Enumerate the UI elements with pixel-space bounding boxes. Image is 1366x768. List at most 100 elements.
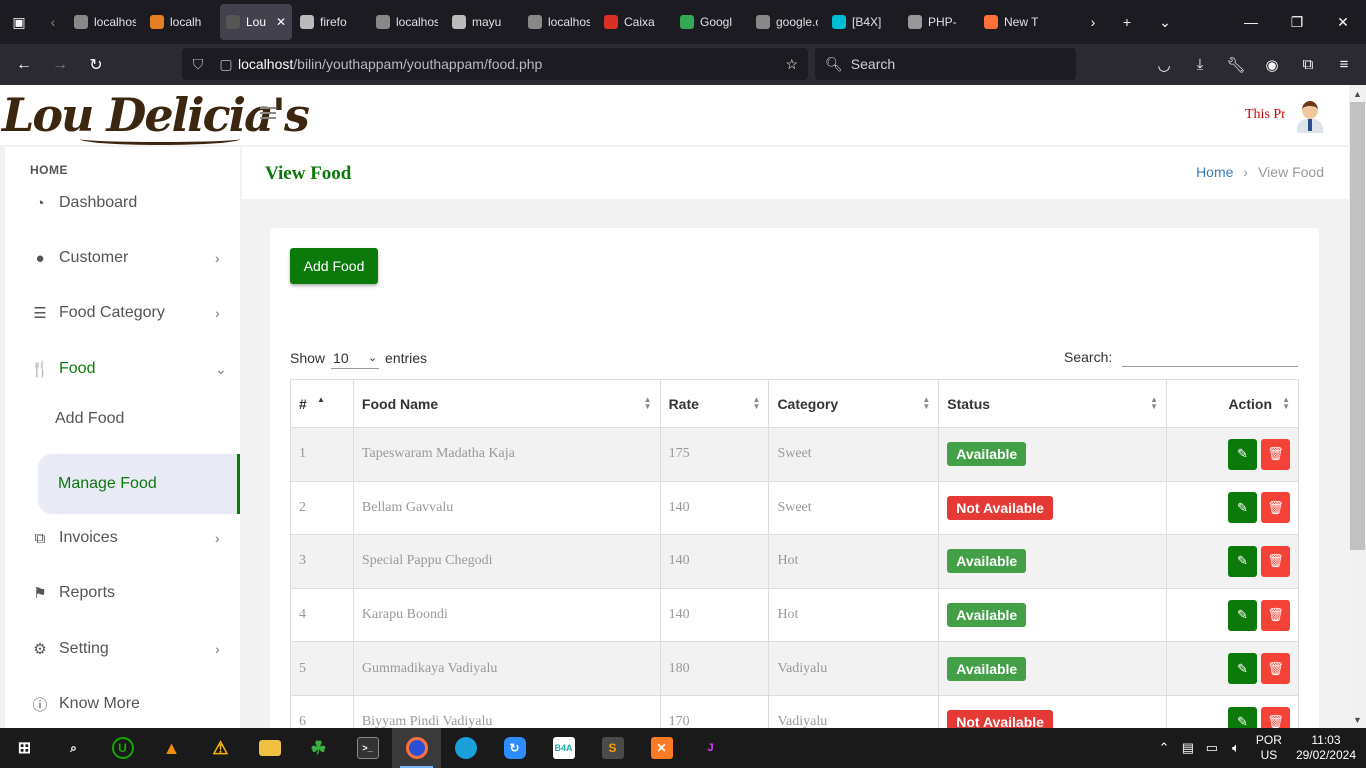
taskbar-app-upwork[interactable]: U — [98, 728, 147, 768]
avatar[interactable] — [1297, 101, 1323, 133]
browser-tab[interactable]: Lou Del ✕ — [220, 4, 292, 40]
sidebar-subitem-manage-food[interactable]: Manage Food — [38, 454, 240, 514]
browser-tab[interactable]: New T — [978, 4, 1052, 40]
browser-tab[interactable]: mayu — [446, 4, 520, 40]
taskbar-app-vlc[interactable]: ▲ — [147, 728, 196, 768]
breadcrumb-home-link[interactable]: Home — [1196, 164, 1233, 180]
taskbar-app-xampp[interactable]: ✕ — [637, 728, 686, 768]
edit-button[interactable]: ✎ — [1228, 438, 1257, 470]
sidebar-item-customer[interactable]: ● Customer › — [5, 236, 240, 280]
volume-icon[interactable]: 🔈︎ — [1224, 740, 1248, 756]
scroll-tabs-left-icon[interactable]: ‹ — [38, 0, 68, 44]
sidebar-item-dashboard[interactable]: ◔ Dashboard — [5, 181, 240, 225]
column-header[interactable]: Action ▲ ▼ — [1166, 379, 1299, 428]
scrollbar-thumb[interactable] — [1350, 102, 1365, 550]
browser-tab[interactable]: Googl — [674, 4, 748, 40]
delete-button[interactable]: 🗑︎ — [1261, 706, 1290, 728]
browser-tab[interactable]: localhost/ — [68, 4, 142, 40]
sidebar-subitem-add-food[interactable]: Add Food — [38, 397, 240, 441]
shield-icon[interactable]: ⛉ — [182, 56, 214, 73]
sidebar-item-food[interactable]: 🍴 Food ⌄ — [5, 347, 240, 391]
list-all-tabs-icon[interactable]: ⌄ — [1146, 0, 1184, 44]
bookmark-star-icon[interactable]: ☆ — [785, 56, 798, 73]
page-info-icon[interactable]: ▢ — [214, 56, 238, 73]
extensions-icon[interactable]: ⧉ — [1290, 44, 1326, 85]
pocket-icon[interactable]: ◡ — [1146, 44, 1182, 85]
new-tab-button[interactable]: + — [1108, 0, 1146, 44]
edit-button[interactable]: ✎ — [1228, 706, 1257, 728]
tab-label: localhost/ — [548, 15, 590, 29]
close-tab-icon[interactable]: ✕ — [276, 15, 286, 29]
edit-button[interactable]: ✎ — [1228, 653, 1257, 685]
scroll-up-icon[interactable]: ▲ — [1349, 85, 1366, 102]
language-indicator[interactable]: POR US — [1256, 733, 1282, 763]
edit-button[interactable]: ✎ — [1228, 492, 1257, 524]
sidebar-item-food-category[interactable]: ☰ Food Category › — [5, 291, 240, 335]
forward-icon[interactable]: → — [42, 45, 78, 85]
taskbar-app-sublime[interactable]: S — [588, 728, 637, 768]
taskbar-app-clover[interactable]: ☘ — [294, 728, 343, 768]
sidebar-item-reports[interactable]: ⚑ Reports — [5, 571, 240, 615]
taskbar-app-j[interactable]: J — [686, 728, 735, 768]
hamburger-menu-icon[interactable] — [260, 107, 276, 122]
column-header[interactable]: Food Name ▲ ▼ — [352, 379, 661, 428]
taskbar-search-button[interactable]: ⌕ — [49, 728, 98, 768]
account-icon[interactable]: ◉ — [1254, 44, 1290, 85]
add-food-button[interactable]: Add Food — [290, 248, 378, 284]
search-bar[interactable]: 🔍︎ Search — [815, 48, 1076, 80]
browser-tab[interactable]: firefo — [294, 4, 368, 40]
sidebar-item-know-more[interactable]: ⓘ Know More — [5, 682, 240, 726]
browser-tab[interactable]: [B4X] — [826, 4, 900, 40]
network-icon[interactable]: ▭ — [1200, 740, 1224, 756]
delete-button[interactable]: 🗑︎ — [1261, 492, 1290, 524]
page-scrollbar[interactable]: ▲ ▼ — [1349, 85, 1366, 728]
sidebar-item-setting[interactable]: ⚙ Setting › — [5, 627, 240, 671]
taskbar-app-sync[interactable]: ↻ — [490, 728, 539, 768]
reload-icon[interactable]: ↻ — [78, 45, 114, 85]
back-icon[interactable]: ← — [6, 45, 42, 85]
browser-tab-bar: ▣ ‹ localhost/localh Lou Del ✕ firefo localh… — [0, 0, 1366, 44]
column-header[interactable]: # ▲ — [290, 379, 354, 428]
delete-button[interactable]: 🗑︎ — [1261, 438, 1290, 470]
scroll-tabs-right-icon[interactable]: › — [1078, 0, 1108, 44]
minimize-button[interactable]: — — [1228, 0, 1274, 44]
show-hidden-icons-icon[interactable]: ⌃ — [1152, 740, 1176, 756]
taskbar-app-firefox[interactable] — [392, 728, 441, 768]
sidebar-item-invoices[interactable]: ⧉ Invoices › — [5, 516, 240, 560]
restore-button[interactable]: ❐ — [1274, 0, 1320, 44]
clock[interactable]: 11:03 29/02/2024 — [1296, 733, 1356, 763]
chevron-down-icon: ⌄ — [215, 360, 227, 377]
delete-button[interactable]: 🗑︎ — [1261, 599, 1290, 631]
app-menu-icon[interactable]: ≡ — [1326, 44, 1362, 85]
downloads-icon[interactable]: ⤓ — [1182, 44, 1218, 85]
cell-rate: 175 — [659, 427, 770, 482]
taskbar-app-avast[interactable]: ⚠ — [196, 728, 245, 768]
browser-tab[interactable]: localhost/ — [370, 4, 444, 40]
scroll-down-icon[interactable]: ▼ — [1349, 711, 1366, 728]
tab-overview-icon[interactable]: ▣ — [0, 0, 38, 44]
edit-button[interactable]: ✎ — [1228, 545, 1257, 577]
url-bar[interactable]: ⛉ ▢ localhost/bilin/youthappam/youthappa… — [182, 48, 808, 80]
delete-button[interactable]: 🗑︎ — [1261, 653, 1290, 685]
cell-action: ✎ 🗑︎ — [1166, 587, 1299, 643]
browser-tab[interactable]: localh — [144, 4, 218, 40]
browser-tab[interactable]: localhost/ — [522, 4, 596, 40]
taskbar-app-explorer[interactable] — [245, 728, 294, 768]
table-search-input[interactable] — [1122, 347, 1299, 367]
taskbar-app-b4a[interactable]: B4A — [539, 728, 588, 768]
browser-tab[interactable]: Caixa — [598, 4, 672, 40]
close-window-button[interactable]: ✕ — [1320, 0, 1366, 44]
tools-icon[interactable]: 🔧︎ — [1218, 44, 1254, 85]
start-button[interactable]: ⊞ — [0, 728, 49, 768]
taskbar-app-terminal[interactable]: >_ — [343, 728, 392, 768]
browser-tab[interactable]: google.co — [750, 4, 824, 40]
column-header[interactable]: Category ▲ ▼ — [768, 379, 940, 428]
edit-button[interactable]: ✎ — [1228, 599, 1257, 631]
entries-select[interactable]: 10 ⌄ — [331, 347, 380, 369]
delete-button[interactable]: 🗑︎ — [1261, 545, 1290, 577]
column-header[interactable]: Status ▲ ▼ — [938, 379, 1168, 428]
column-header[interactable]: Rate ▲ ▼ — [659, 379, 770, 428]
chat-icon[interactable]: ▤ — [1176, 740, 1200, 756]
browser-tab[interactable]: PHP- — [902, 4, 976, 40]
taskbar-app-edge[interactable] — [441, 728, 490, 768]
